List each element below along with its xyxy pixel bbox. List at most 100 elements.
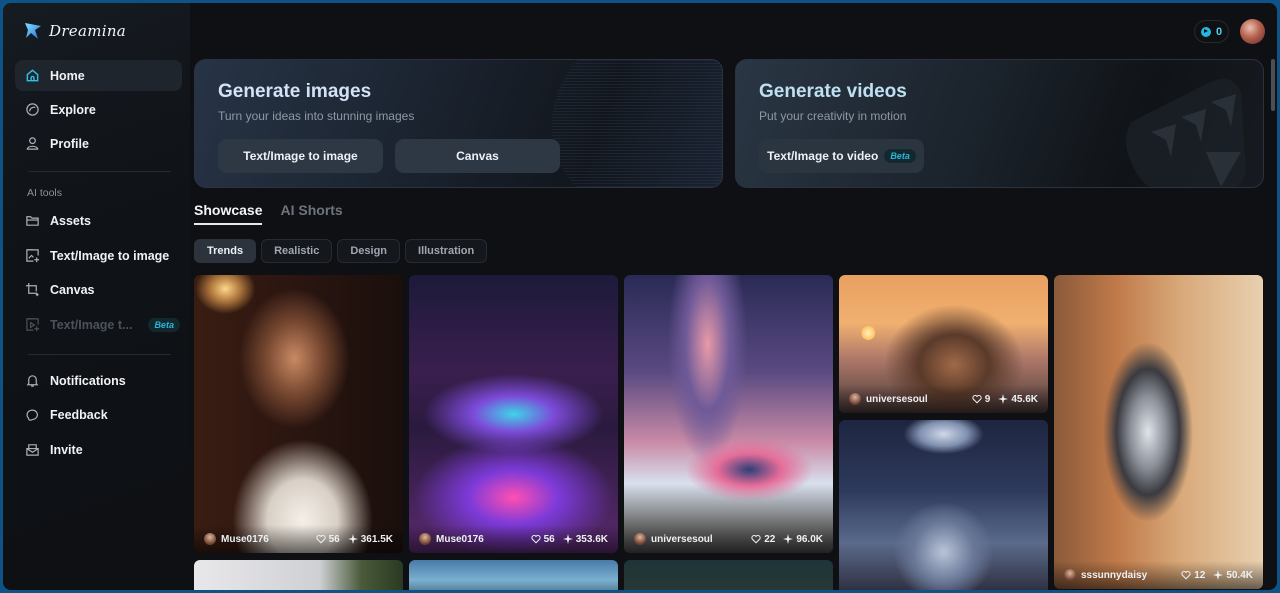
user-avatar[interactable] [1240,19,1265,44]
gallery-card[interactable] [839,420,1048,590]
card-footer: Muse0176 56 353.6K [409,525,618,553]
author-avatar [634,533,646,545]
sidebar-item-label: Text/Image to image [50,248,170,263]
sidebar-item-label: Profile [50,136,89,151]
app-name: Dreamina [49,22,127,40]
sidebar-divider [28,171,171,172]
likes-stat[interactable]: 56 [531,534,555,545]
author-avatar [1064,569,1076,581]
invite-icon [25,442,40,457]
sidebar-divider [28,354,171,355]
canvas-crop-icon [25,282,40,297]
heart-icon [531,535,541,544]
gallery-card[interactable] [194,560,403,590]
profile-icon [25,136,40,151]
home-icon [25,68,40,83]
sidebar-item-label: Assets [50,213,91,228]
sidebar-item-feedback[interactable]: Feedback [15,399,182,430]
sidebar-item-home[interactable]: Home [15,60,182,91]
sidebar-item-label: Text/Image t... [50,317,133,332]
sidebar-item-label: Canvas [50,282,95,297]
beta-badge: Beta [884,149,916,163]
credits-icon [1200,26,1211,37]
video-play-decoration-icon [1126,78,1246,187]
author-name[interactable]: sssunnydaisy [1081,570,1173,581]
uses-stat: 353.6K [562,534,608,545]
sparkle-icon [347,534,358,544]
app-window: Dreamina Home Explore Profile AI tools A… [3,3,1277,590]
generate-images-title: Generate images [218,81,372,102]
likes-stat[interactable]: 12 [1181,570,1205,581]
uses-stat: 361.5K [347,533,393,545]
credits-button[interactable]: 0 [1194,20,1229,43]
likes-stat[interactable]: 22 [751,534,775,545]
sidebar-item-notifications[interactable]: Notifications [15,365,182,396]
sidebar-item-label: Notifications [50,373,126,388]
sidebar-item-label: Feedback [50,407,108,422]
heart-icon [1181,571,1191,580]
text-image-to-image-button[interactable]: Text/Image to image [218,139,383,173]
likes-count: 22 [764,533,776,545]
author-avatar [849,393,861,405]
likes-count: 9 [984,393,991,405]
canvas-button[interactable]: Canvas [395,139,560,173]
card-footer: sssunnydaisy 12 50.4K [1054,561,1263,589]
sidebar-item-label: Home [50,68,85,83]
sidebar-item-profile[interactable]: Profile [15,128,182,159]
heart-icon [316,535,326,544]
video-generate-icon [25,317,40,332]
folder-icon [25,213,40,228]
filter-trends[interactable]: Trends [194,239,257,263]
generate-videos-title: Generate videos [759,81,907,102]
tab-ai-shorts[interactable]: AI Shorts [280,202,342,225]
image-generate-icon [25,248,40,263]
author-name[interactable]: Muse0176 [221,534,308,545]
filter-chips: Trends Realistic Design Illustration [194,239,488,263]
card-footer: universesoul 9 45.6K [839,385,1048,413]
uses-count: 45.6K [1011,393,1038,405]
author-name[interactable]: universesoul [651,534,743,545]
author-name[interactable]: Muse0176 [436,534,523,545]
gallery-card[interactable]: universesoul 9 45.6K [839,275,1048,413]
uses-count: 361.5K [360,533,393,545]
sidebar-item-text-image-to-video[interactable]: Text/Image t... Beta [15,309,182,340]
filter-design[interactable]: Design [337,239,401,263]
sparkle-icon [998,394,1009,404]
uses-stat: 45.6K [998,394,1038,405]
sidebar-item-invite[interactable]: Invite [15,434,182,465]
likes-stat[interactable]: 56 [316,534,340,545]
button-label: Text/Image to video [767,149,879,163]
filter-illustration[interactable]: Illustration [405,239,488,263]
heart-icon [751,535,761,544]
sparkle-icon [783,534,794,544]
text-image-to-video-button[interactable]: Text/Image to video Beta [759,139,924,173]
sidebar-item-label: Invite [50,442,83,457]
scrollbar[interactable] [1271,59,1275,111]
likes-count: 12 [1194,569,1206,581]
uses-stat: 96.0K [783,534,823,545]
tab-showcase[interactable]: Showcase [194,202,263,225]
card-footer: universesoul 22 96.0K [624,525,833,553]
gallery-card[interactable]: Muse0176 56 353.6K [409,275,618,553]
sidebar-item-assets[interactable]: Assets [15,205,182,236]
sidebar-item-canvas[interactable]: Canvas [15,274,182,305]
gallery-card[interactable]: universesoul 22 96.0K [624,275,833,553]
logo[interactable]: Dreamina [23,21,126,41]
sidebar-item-explore[interactable]: Explore [15,94,182,125]
gallery-card[interactable] [409,560,618,590]
filter-realistic[interactable]: Realistic [261,239,333,263]
likes-stat[interactable]: 9 [972,393,991,405]
author-avatar [419,533,431,545]
author-name[interactable]: universesoul [866,394,964,405]
feedback-icon [25,407,40,422]
dreamina-logo-icon [25,23,41,39]
gallery-card[interactable] [624,560,833,590]
globe-decoration-icon [552,60,722,187]
uses-stat: 50.4K [1213,570,1253,581]
sidebar-item-label: Explore [50,102,96,117]
sidebar-item-text-image-to-image[interactable]: Text/Image to image [15,240,182,271]
gallery-card[interactable]: Muse0176 56 361.5K [194,275,403,553]
beta-badge: Beta [148,317,180,332]
gallery-card[interactable]: sssunnydaisy 12 50.4K [1054,275,1263,589]
author-avatar [204,533,216,545]
